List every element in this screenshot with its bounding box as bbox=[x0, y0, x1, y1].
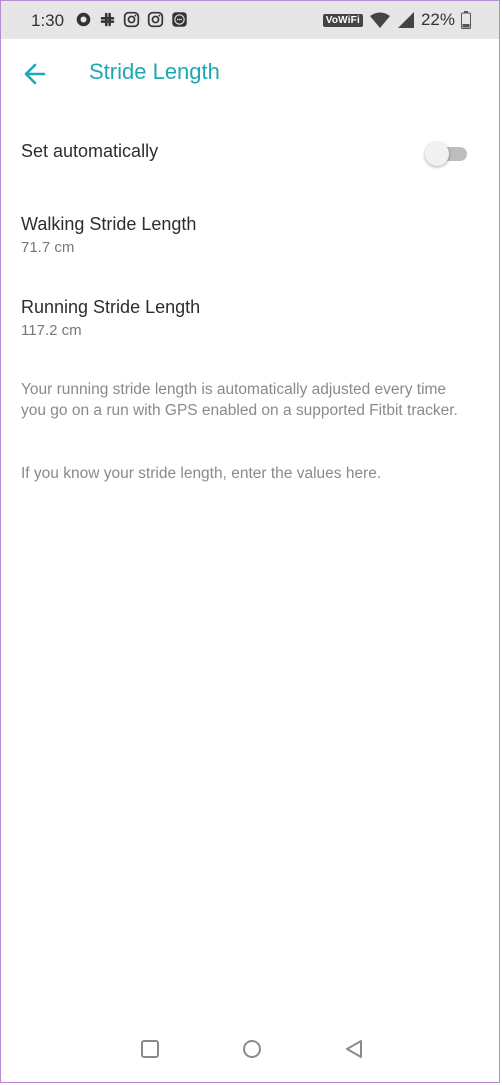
set-automatically-toggle[interactable] bbox=[425, 142, 467, 166]
status-time: 1:30 bbox=[31, 11, 65, 30]
running-stride-row[interactable]: Running Stride Length 117.2 cm bbox=[21, 297, 479, 339]
battery-percent: 22% bbox=[420, 10, 455, 29]
vowifi-badge: VoWiFi bbox=[322, 13, 363, 27]
running-stride-value: 117.2 cm bbox=[21, 322, 82, 339]
phone-screen: 1:30 VoWiFi 22% Stride Length Set automa… bbox=[0, 0, 500, 1083]
arrow-left-icon bbox=[24, 63, 46, 85]
nav-back-icon[interactable] bbox=[343, 1038, 365, 1060]
o-circle-icon bbox=[76, 12, 91, 27]
notification-icons bbox=[75, 11, 188, 28]
app-bar: Stride Length bbox=[1, 39, 499, 107]
battery-icon bbox=[461, 11, 471, 29]
wifi-icon bbox=[369, 12, 390, 28]
slack-icon bbox=[100, 12, 115, 27]
status-bar: 1:30 VoWiFi 22% bbox=[1, 1, 499, 39]
fitbit-icon bbox=[172, 12, 187, 27]
walking-stride-value: 71.7 cm bbox=[21, 239, 75, 256]
info-text-enter-values: If you know your stride length, enter th… bbox=[21, 465, 382, 482]
set-automatically-row[interactable]: Set automatically bbox=[21, 141, 479, 181]
page-title: Stride Length bbox=[89, 59, 220, 84]
info-text-auto-adjust: Your running stride length is automatica… bbox=[21, 381, 458, 419]
walking-stride-label: Walking Stride Length bbox=[21, 214, 197, 234]
home-icon[interactable] bbox=[241, 1038, 263, 1060]
recents-icon[interactable] bbox=[139, 1038, 161, 1060]
signal-icon bbox=[397, 12, 414, 28]
instagram-icon bbox=[147, 11, 164, 28]
walking-stride-row[interactable]: Walking Stride Length 71.7 cm bbox=[21, 214, 479, 256]
back-button[interactable] bbox=[19, 57, 53, 91]
instagram-icon bbox=[123, 11, 140, 28]
system-status-icons: VoWiFi 22% bbox=[322, 10, 471, 30]
set-automatically-label: Set automatically bbox=[21, 141, 159, 161]
toggle-knob bbox=[425, 142, 449, 166]
running-stride-label: Running Stride Length bbox=[21, 297, 201, 317]
navigation-bar bbox=[1, 1022, 499, 1082]
